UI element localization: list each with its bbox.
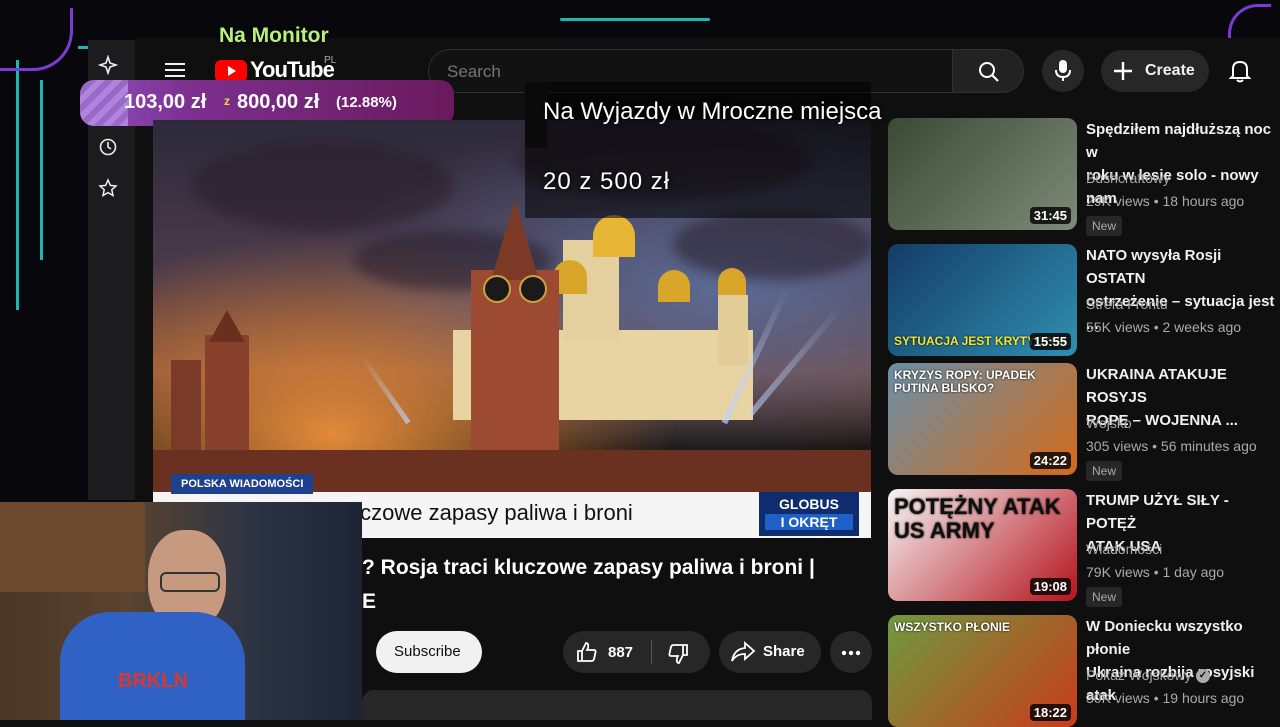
search-button[interactable]	[952, 49, 1024, 93]
video-thumbnail[interactable]: SYTUACJA JEST KRYTYCZNA 15:55	[888, 244, 1077, 356]
neon-decoration	[40, 80, 43, 260]
video-meta: 79K views • 1 day ago	[1086, 564, 1224, 580]
donation-separator: z	[224, 94, 230, 108]
notifications-bell-icon[interactable]	[1227, 58, 1253, 84]
video-thumbnail[interactable]: KRYZYS ROPY: UPADEK PUTINA BLISKO? 24:22	[888, 363, 1077, 475]
shirt	[60, 612, 245, 720]
goal-progress-text: 20 z 500 zł	[543, 168, 671, 195]
badge-line2: I OKRĘT	[765, 514, 853, 530]
youtube-logo-icon[interactable]	[215, 60, 247, 82]
donation-progress-fill	[80, 80, 128, 126]
recommended-video[interactable]: WSZYSTKO PŁONIE 18:22 W Doniecku wszystko …	[888, 615, 1280, 727]
video-thumbnail[interactable]: POTĘŻNY ATAK US ARMY 19:08	[888, 489, 1077, 601]
category-tag: POLSKA WIADOMOŚCI	[171, 474, 314, 494]
thumbnail-caption: WSZYSTKO PŁONIE	[894, 620, 1011, 634]
search-input[interactable]	[445, 61, 929, 83]
video-meta: 30K views • 19 hours ago	[1086, 690, 1245, 706]
like-icon[interactable]	[575, 640, 599, 664]
thumbnail-caption: POTĘŻNY ATAK US ARMY	[894, 494, 1061, 544]
lower-third-text: luczowe zapasy paliwa i broni	[343, 500, 633, 525]
shirt-print: BRKLN	[118, 670, 188, 692]
clock-face	[483, 275, 511, 303]
video-duration: 15:55	[1029, 333, 1071, 350]
star-icon[interactable]	[98, 178, 118, 198]
new-badge: New	[1086, 587, 1123, 607]
video-duration: 31:45	[1029, 207, 1071, 224]
neon-decoration	[560, 18, 710, 21]
video-thumbnail[interactable]: WSZYSTKO PŁONIE 18:22	[888, 615, 1077, 727]
video-duration: 18:22	[1029, 704, 1071, 721]
more-icon	[841, 650, 861, 656]
channel-name[interactable]: Bushcraftowy	[1086, 170, 1170, 186]
voice-search-button[interactable]	[1042, 50, 1084, 92]
dome	[718, 268, 746, 296]
recommended-video[interactable]: KRYZYS ROPY: UPADEK PUTINA BLISKO? 24:22 U…	[888, 363, 1280, 481]
microphone-icon	[1055, 60, 1071, 81]
search-icon	[979, 62, 999, 82]
monitor-label: Na Monitor	[219, 24, 329, 47]
video-title-line1: ? Rosja traci kluczowe zapasy paliwa i b…	[362, 556, 815, 579]
badge-line1: GLOBUS	[779, 496, 839, 512]
subscribe-label: Subscribe	[394, 643, 461, 660]
dome	[658, 270, 690, 302]
create-label: Create	[1145, 62, 1195, 79]
video-duration: 19:08	[1029, 578, 1071, 595]
video-meta: 55K views • 2 weeks ago	[1086, 319, 1242, 335]
donation-goal: 800,00 zł	[237, 91, 320, 113]
video-meta: 29K views • 18 hours ago	[1086, 193, 1245, 209]
verified-icon: ✓	[1196, 669, 1210, 683]
channel-badge: GLOBUS I OKRĘT	[759, 492, 859, 536]
glasses	[160, 572, 220, 592]
share-icon	[731, 640, 756, 662]
thumbnail-caption: KRYZYS ROPY: UPADEK PUTINA BLISKO?	[894, 368, 1036, 396]
channel-name[interactable]: Pokaz Wojskowy	[1086, 667, 1192, 683]
share-button[interactable]: Share	[719, 631, 821, 673]
channel-name[interactable]: Wiadomości	[1086, 541, 1162, 557]
video-duration: 24:22	[1029, 452, 1071, 469]
sparkle-icon[interactable]	[98, 55, 118, 75]
recommended-video[interactable]: SYTUACJA JEST KRYTYCZNA 15:55 NATO wysyła …	[888, 244, 1280, 356]
more-actions-button[interactable]	[830, 631, 872, 673]
history-icon[interactable]	[98, 137, 118, 157]
create-button[interactable]: Create	[1101, 50, 1209, 92]
channel-name[interactable]: Strefa Frontu	[1086, 296, 1168, 312]
divider	[651, 640, 652, 664]
recommended-video[interactable]: 31:45 Spędziłem najdłuższą noc w roku w l…	[888, 118, 1280, 236]
description-box[interactable]	[362, 690, 872, 720]
recommended-video[interactable]: POTĘŻNY ATAK US ARMY 19:08 TRUMP UŻYŁ SIŁY…	[888, 489, 1280, 607]
share-label: Share	[763, 643, 805, 660]
clock-face	[519, 275, 547, 303]
donation-current: 103,00 zł	[124, 91, 207, 113]
video-title-line2: E	[362, 590, 377, 613]
menu-button[interactable]	[165, 59, 185, 81]
neon-decoration	[16, 60, 19, 310]
plus-icon	[1114, 62, 1132, 80]
goal-title: Na Wyjazdy w Mroczne miejsca	[543, 98, 882, 125]
dislike-icon[interactable]	[666, 642, 690, 666]
like-count: 887	[608, 644, 634, 661]
donation-percent: (12.88%)	[336, 94, 397, 111]
channel-name[interactable]: Wojsko	[1086, 415, 1132, 431]
video-meta: 305 views • 56 minutes ago	[1086, 438, 1257, 454]
dome	[593, 215, 635, 257]
new-badge: New	[1086, 216, 1123, 236]
region-label: PL	[324, 55, 337, 66]
subscribe-button[interactable]: Subscribe	[376, 631, 482, 673]
video-thumbnail[interactable]: 31:45	[888, 118, 1077, 230]
webcam-overlay: BRKLN	[0, 502, 362, 720]
new-badge: New	[1086, 461, 1123, 481]
